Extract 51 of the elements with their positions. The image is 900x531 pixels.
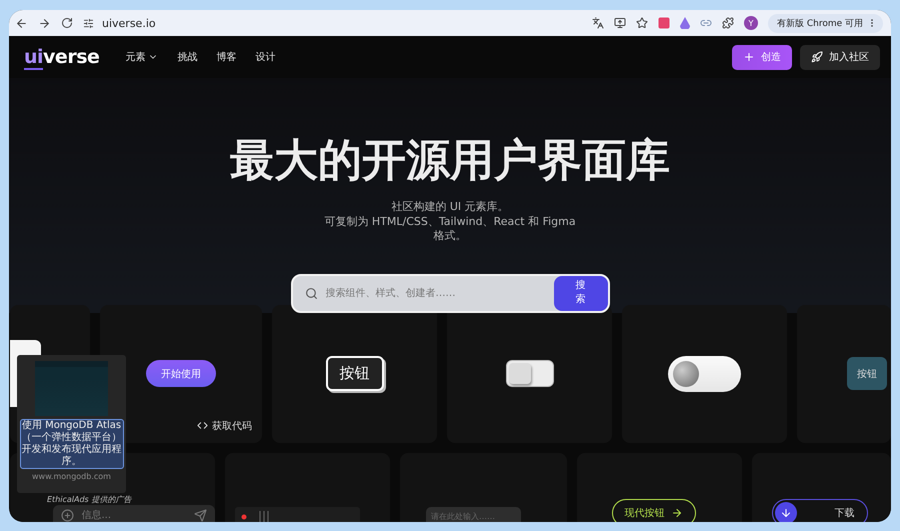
search-button[interactable]: 搜索 xyxy=(554,276,608,310)
toggle[interactable] xyxy=(668,356,741,392)
profile-avatar[interactable]: Y xyxy=(744,16,758,30)
link-icon[interactable] xyxy=(700,17,712,29)
start-button[interactable]: 开始使用 xyxy=(146,360,216,387)
outlined-button[interactable]: 按钮 xyxy=(326,356,384,391)
component-button[interactable]: 按钮 xyxy=(847,357,887,390)
ad-card[interactable]: 使用 MongoDB Atlas（一个弹性数据平台）开发和发布现代应用程序。 www.mongodb.com xyxy=(17,355,126,493)
bars-icon xyxy=(259,510,269,522)
extension-icon[interactable] xyxy=(658,17,670,29)
bookmark-star-icon[interactable] xyxy=(636,17,648,29)
url-text: uiverse.io xyxy=(102,16,156,30)
droplet-icon[interactable] xyxy=(680,17,690,29)
hero-subtitle: 社区构建的 UI 元素库。 xyxy=(391,200,509,214)
arrow-right-icon xyxy=(670,506,682,518)
hero-title: 最大的开源用户界面库 xyxy=(230,136,670,186)
nav-link[interactable]: 元素 xyxy=(125,50,158,64)
hero-description: 可复制为 HTML/CSS、Tailwind、React 和 Figma 格式。 xyxy=(323,214,577,244)
back-icon[interactable] xyxy=(15,16,28,30)
nav-link[interactable]: 博客 xyxy=(216,50,236,64)
address-bar[interactable]: uiverse.io xyxy=(83,12,582,34)
code-icon xyxy=(197,420,208,431)
nav-link[interactable]: 挑战 xyxy=(177,50,198,64)
record-dot-icon xyxy=(241,514,247,520)
site-logo[interactable]: uiverse xyxy=(24,46,100,68)
forward-icon[interactable] xyxy=(38,16,51,30)
translate-icon[interactable] xyxy=(592,17,604,29)
switch[interactable] xyxy=(506,360,554,387)
get-code-link[interactable]: 获取代码 xyxy=(197,418,252,432)
download-icon xyxy=(774,502,796,522)
plus-icon xyxy=(743,51,755,63)
create-button[interactable]: 创造 xyxy=(732,44,792,70)
reload-icon[interactable] xyxy=(61,17,73,29)
ad-text[interactable]: 使用 MongoDB Atlas（一个弹性数据平台）开发和发布现代应用程序。 xyxy=(20,419,124,469)
search-field[interactable]: 搜索组件、样式、创建者…… 搜索 xyxy=(290,274,610,312)
modern-button[interactable]: 现代按钮 xyxy=(612,498,696,522)
join-community-button[interactable]: 加入社区 xyxy=(800,44,880,70)
nav-link[interactable]: 设计 xyxy=(255,50,276,64)
rocket-icon xyxy=(811,51,823,63)
add-icon xyxy=(60,509,74,522)
message-bar[interactable]: 信息... xyxy=(52,504,214,522)
send-icon xyxy=(194,509,206,522)
ad-domain: www.mongodb.com xyxy=(32,472,111,481)
site-settings-icon[interactable] xyxy=(83,18,94,28)
search-icon xyxy=(304,286,318,300)
cast-icon[interactable] xyxy=(614,17,626,29)
download-button[interactable]: 下载 xyxy=(772,498,868,522)
ad-credit: EthicalAds 提供的广告 xyxy=(47,494,132,505)
extensions-icon[interactable] xyxy=(722,17,734,29)
message-field[interactable]: 信息... xyxy=(80,509,188,522)
update-button[interactable]: 有新版 Chrome 可用 xyxy=(768,14,883,32)
